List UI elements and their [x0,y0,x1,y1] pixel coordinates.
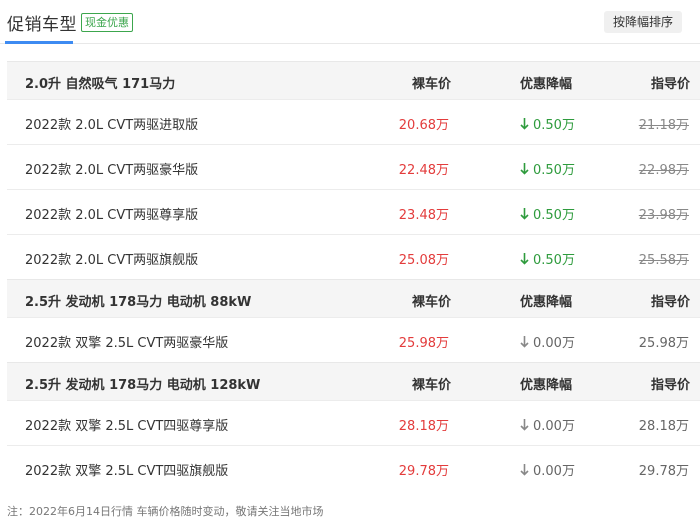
group-title: 2.5升 发动机 178马力 电动机 88kW [25,295,252,310]
guide-price: 25.98万 [638,336,689,351]
discount-amount-cell: 0.50万 [520,114,575,133]
column-header-discount: 优惠降幅 [520,295,573,310]
discount-amount: 0.50万 [533,163,575,178]
net-price: 28.18万 [398,419,449,434]
discount-amount-cell: 0.00万 [520,332,575,351]
column-header-price: 裸车价 [412,295,452,310]
guide-price: 23.98万 [638,208,689,223]
column-header-discount: 优惠降幅 [520,77,573,92]
sort-by-discount-button[interactable]: 按降幅排序 [604,11,682,33]
down-arrow-icon [520,253,529,265]
model-name-link[interactable]: 2022款 双擎 2.5L CVT四驱尊享版 [25,415,228,434]
guide-price: 29.78万 [638,464,689,479]
column-header-price: 裸车价 [412,77,452,92]
net-price: 22.48万 [398,163,449,178]
discount-amount-cell: 0.50万 [520,249,575,268]
discount-amount-cell: 0.50万 [520,159,575,178]
table-row[interactable]: 2022款 2.0L CVT两驱旗舰版 25.08万 0.50万 25.58万 [7,234,700,279]
active-tab-indicator [5,41,73,44]
column-header-guide-price: 指导价 [651,77,691,92]
discount-amount: 0.00万 [533,419,575,434]
discount-amount-cell: 0.00万 [520,415,575,434]
discount-amount: 0.00万 [533,464,575,479]
group-header: 2.0升 自然吸气 171马力 裸车价 优惠降幅 指导价 [7,61,700,99]
discount-amount-cell: 0.50万 [520,204,575,223]
down-arrow-icon [520,163,529,175]
table-row[interactable]: 2022款 双擎 2.5L CVT四驱旗舰版 29.78万 0.00万 29.78万 [7,445,700,490]
table-row[interactable]: 2022款 2.0L CVT两驱豪华版 22.48万 0.50万 22.98万 [7,144,700,189]
down-arrow-icon [520,464,529,476]
guide-price: 28.18万 [638,419,689,434]
net-price: 25.08万 [398,253,449,268]
model-name-link[interactable]: 2022款 双擎 2.5L CVT四驱旗舰版 [25,460,228,479]
down-arrow-icon [520,419,529,431]
net-price: 29.78万 [398,464,449,479]
down-arrow-icon [520,118,529,130]
net-price: 20.68万 [398,118,449,133]
cash-discount-badge: 现金优惠 [81,13,133,32]
guide-price: 21.18万 [638,118,689,133]
price-note: 注：2022年6月14日行情 车辆价格随时变动，敬请关注当地市场 [7,505,324,518]
discount-amount: 0.50万 [533,253,575,268]
model-name-link[interactable]: 2022款 2.0L CVT两驱尊享版 [25,204,198,223]
model-name-link[interactable]: 2022款 2.0L CVT两驱旗舰版 [25,249,198,268]
guide-price: 22.98万 [638,163,689,178]
column-header-guide-price: 指导价 [651,378,691,393]
discount-amount: 0.00万 [533,336,575,351]
group-header: 2.5升 发动机 178马力 电动机 88kW 裸车价 优惠降幅 指导价 [7,279,700,317]
model-name-link[interactable]: 2022款 2.0L CVT两驱进取版 [25,114,198,133]
model-name-link[interactable]: 2022款 双擎 2.5L CVT两驱豪华版 [25,332,228,351]
group-title: 2.0升 自然吸气 171马力 [25,77,176,92]
page-title[interactable]: 促销车型 [7,10,77,35]
column-header-discount: 优惠降幅 [520,378,573,393]
down-arrow-icon [520,208,529,220]
group-title: 2.5升 发动机 178马力 电动机 128kW [25,378,261,393]
table-row[interactable]: 2022款 双擎 2.5L CVT两驱豪华版 25.98万 0.00万 25.98万 [7,317,700,362]
discount-amount: 0.50万 [533,208,575,223]
guide-price: 25.58万 [638,253,689,268]
net-price: 25.98万 [398,336,449,351]
group-header: 2.5升 发动机 178马力 电动机 128kW 裸车价 优惠降幅 指导价 [7,362,700,400]
discount-amount: 0.50万 [533,118,575,133]
column-header-guide-price: 指导价 [651,295,691,310]
promo-header: 促销车型 现金优惠 按降幅排序 [0,0,700,44]
table-row[interactable]: 2022款 2.0L CVT两驱尊享版 23.48万 0.50万 23.98万 [7,189,700,234]
promo-car-table: 2.0升 自然吸气 171马力 裸车价 优惠降幅 指导价 2022款 2.0L CVT两… [7,61,700,490]
net-price: 23.48万 [398,208,449,223]
table-row[interactable]: 2022款 双擎 2.5L CVT四驱尊享版 28.18万 0.00万 28.18万 [7,400,700,445]
column-header-price: 裸车价 [412,378,452,393]
down-arrow-icon [520,336,529,348]
discount-amount-cell: 0.00万 [520,460,575,479]
model-name-link[interactable]: 2022款 2.0L CVT两驱豪华版 [25,159,198,178]
table-row[interactable]: 2022款 2.0L CVT两驱进取版 20.68万 0.50万 21.18万 [7,99,700,144]
